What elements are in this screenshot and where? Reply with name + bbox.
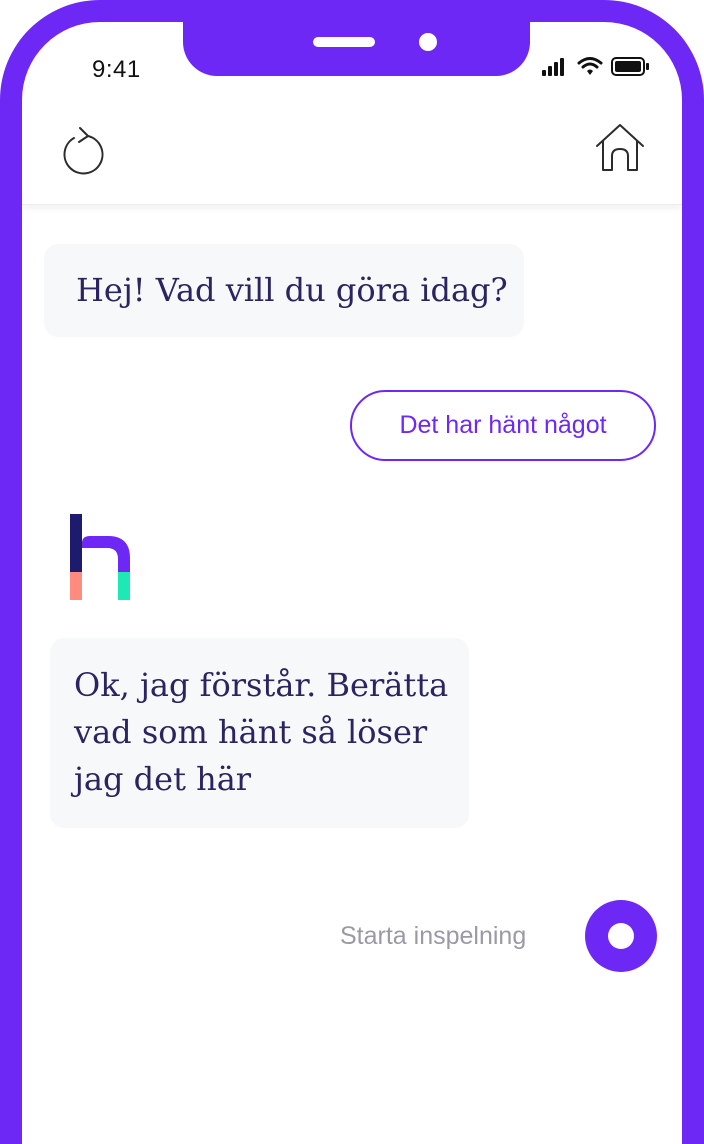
cellular-signal-icon [542, 58, 564, 76]
status-icons [542, 56, 652, 78]
user-reply-button[interactable]: Det har hänt något [350, 390, 656, 461]
greeting-message-bubble: Hej! Vad vill du göra idag? [44, 244, 524, 337]
record-dot-icon [608, 923, 634, 949]
phone-notch [183, 0, 530, 76]
greeting-message-text: Hej! Vad vill du göra idag? [76, 271, 508, 309]
brand-logo-h [70, 514, 130, 600]
restart-button[interactable] [54, 122, 110, 178]
user-reply-text: Det har hänt något [399, 411, 607, 439]
phone-screen: 9:41 Hej! Vad vill du göra idag? Det har… [22, 22, 682, 1144]
camera-dot [419, 33, 437, 51]
battery-icon [611, 57, 649, 76]
wifi-icon [577, 57, 603, 75]
home-button[interactable] [592, 120, 648, 176]
app-screen: 9:41 Hej! Vad vill du göra idag? Det har… [0, 0, 704, 1144]
status-time: 9:41 [92, 56, 141, 83]
speaker-slot [313, 37, 375, 47]
app-header [22, 98, 682, 205]
status-icons-svg [542, 57, 649, 76]
assistant-message-text: Ok, jag förstår. Berätta vad som hänt så… [74, 666, 449, 798]
assistant-message-bubble: Ok, jag förstår. Berätta vad som hänt så… [50, 638, 469, 828]
home-icon [596, 124, 644, 171]
refresh-icon [63, 127, 104, 175]
brand-logo [70, 514, 132, 602]
record-button[interactable] [585, 900, 657, 972]
record-label: Starta inspelning [340, 922, 527, 950]
